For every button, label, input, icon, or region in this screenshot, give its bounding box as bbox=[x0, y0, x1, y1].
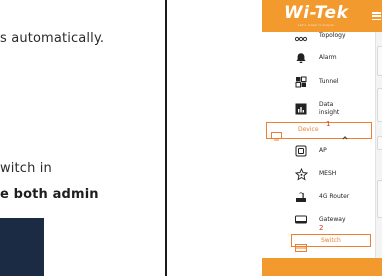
menu-item-mesh[interactable]: MESH bbox=[262, 162, 375, 186]
menu-item-data-insight[interactable]: Data insight bbox=[262, 94, 375, 124]
menu-item-tunnel[interactable]: Tunnel bbox=[262, 70, 375, 94]
chart-icon bbox=[294, 102, 308, 116]
doc-line-3: e both admin bbox=[0, 187, 99, 202]
menu-item-switch[interactable]: Switch bbox=[291, 234, 371, 252]
menu-label: Data insight bbox=[319, 101, 340, 116]
menu-label: Switch bbox=[321, 237, 341, 244]
app-header: Wi-Tek Let's make it simple bbox=[262, 0, 382, 32]
topology-icon bbox=[294, 32, 308, 43]
gateway-icon bbox=[294, 213, 308, 227]
mesh-icon bbox=[294, 167, 308, 181]
ap-icon bbox=[294, 144, 308, 158]
hamburger-menu-icon[interactable] bbox=[372, 12, 381, 21]
annotation-number-2: 2 bbox=[319, 224, 324, 232]
menu-item-alarm[interactable]: Alarm bbox=[262, 46, 375, 70]
menu-item-device[interactable]: Device 1 bbox=[266, 120, 372, 141]
monitor-icon bbox=[271, 126, 282, 141]
divider bbox=[165, 0, 167, 276]
chevron-up-icon[interactable] bbox=[342, 126, 348, 140]
menu-item-4g-router[interactable]: 4G Router bbox=[262, 185, 375, 209]
menu-label: AP bbox=[319, 147, 327, 154]
router-icon bbox=[294, 190, 308, 204]
doc-image-block bbox=[0, 218, 44, 276]
menu-label: Tunnel bbox=[319, 78, 339, 85]
menu-label: Device bbox=[298, 126, 319, 133]
content-edge bbox=[375, 32, 382, 258]
brand-logo: Wi-Tek bbox=[284, 3, 349, 23]
menu-label: MESH bbox=[319, 170, 337, 177]
phone-screenshot: Wi-Tek Let's make it simple Topology Ala… bbox=[262, 0, 382, 276]
doc-line-1: s automatically. bbox=[0, 31, 105, 46]
doc-line-2: witch in bbox=[0, 161, 52, 176]
tunnel-icon bbox=[294, 75, 308, 89]
menu-label: 4G Router bbox=[319, 193, 350, 200]
brand-tagline: Let's make it simple bbox=[298, 23, 335, 27]
bell-icon bbox=[294, 51, 308, 65]
annotation-number-1: 1 bbox=[326, 120, 331, 128]
switch-icon bbox=[295, 237, 307, 252]
app-footer bbox=[262, 258, 382, 276]
menu-item-ap[interactable]: AP bbox=[262, 139, 375, 163]
menu-label: Alarm bbox=[319, 54, 337, 61]
document-panel: s automatically. witch in e both admin bbox=[0, 0, 165, 276]
